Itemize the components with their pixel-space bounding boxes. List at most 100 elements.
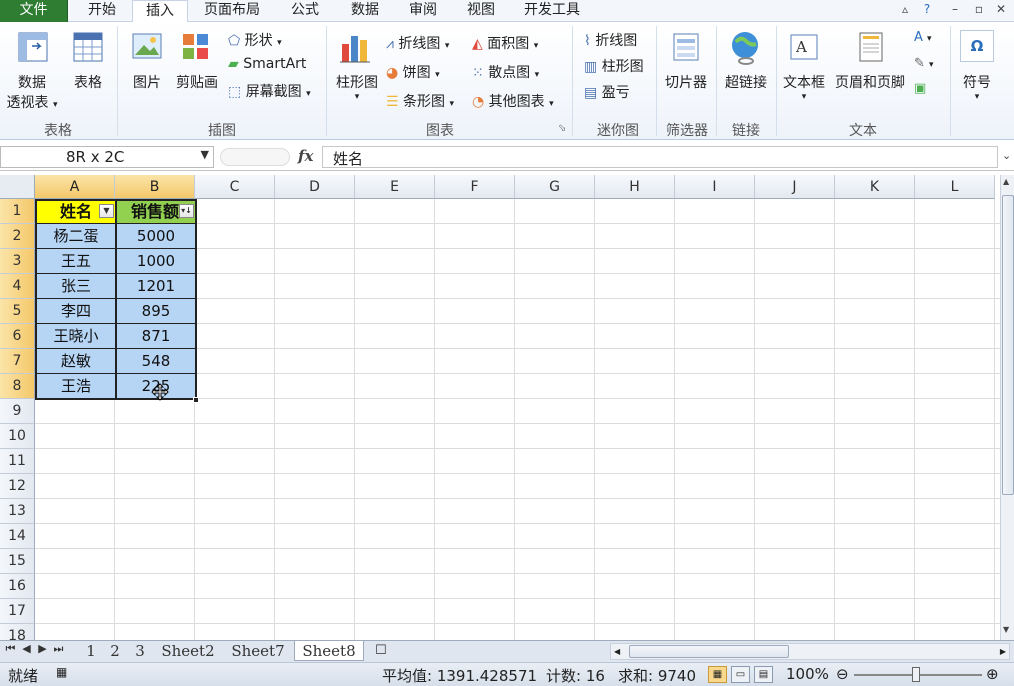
- sales-cell[interactable]: 5000: [116, 224, 196, 249]
- minimize-ribbon-icon[interactable]: ▵: [896, 2, 914, 16]
- horizontal-scroll-thumb[interactable]: [629, 645, 789, 658]
- worksheet-grid[interactable]: ABCDEFGHIJKL 1 2 3 4 5 6 7 8 9 10 11 12 13 14 15 16 17 18…: [0, 175, 1000, 640]
- next-sheet-icon[interactable]: ▶: [36, 642, 49, 655]
- row-header[interactable]: 18: [0, 624, 35, 640]
- column-header[interactable]: J: [755, 175, 835, 199]
- tab-formulas[interactable]: 公式: [278, 0, 332, 22]
- prev-sheet-icon[interactable]: ◀: [20, 642, 33, 655]
- omega-symbol-icon[interactable]: Ω: [960, 30, 994, 62]
- sheet-tab[interactable]: Sheet2: [154, 641, 222, 661]
- tab-file[interactable]: 文件: [0, 0, 68, 22]
- line-chart-button[interactable]: ⩘ 折线图 ▾: [386, 33, 449, 53]
- row-header[interactable]: 15: [0, 549, 35, 574]
- tab-review[interactable]: 审阅: [396, 0, 450, 22]
- scroll-down-icon[interactable]: ▼: [1003, 625, 1009, 634]
- column-header[interactable]: G: [515, 175, 595, 199]
- row-header[interactable]: 9: [0, 399, 35, 424]
- slicer-button[interactable]: 切片器: [662, 72, 710, 92]
- sheet-tab[interactable]: Sheet7: [224, 641, 292, 661]
- signature-line-button[interactable]: ✎ ▾: [914, 56, 934, 71]
- pie-chart-button[interactable]: ◕ 饼图 ▾: [386, 62, 440, 82]
- insert-sheet-icon[interactable]: ☐: [368, 641, 394, 661]
- last-sheet-icon[interactable]: ⏭: [52, 642, 65, 656]
- name-cell[interactable]: 赵敏: [36, 349, 116, 374]
- macro-record-icon[interactable]: ▦: [56, 665, 67, 679]
- area-chart-button[interactable]: ◭ 面积图 ▾: [472, 33, 538, 53]
- row-header[interactable]: 16: [0, 574, 35, 599]
- filter-sorted-icon[interactable]: ▾↓: [179, 204, 194, 218]
- wordart-button[interactable]: A ▾: [914, 30, 932, 45]
- sales-cell[interactable]: 895: [116, 299, 196, 324]
- row-header[interactable]: 17: [0, 599, 35, 624]
- page-layout-view-icon[interactable]: ▭: [731, 666, 750, 683]
- symbol-button[interactable]: 符号 ▾: [956, 72, 998, 102]
- column-header[interactable]: L: [915, 175, 995, 199]
- tab-data[interactable]: 数据: [338, 0, 392, 22]
- formula-bar-splitter[interactable]: [220, 148, 290, 166]
- sales-cell[interactable]: 1000: [116, 249, 196, 274]
- column-chart-button[interactable]: 柱形图 ▾: [332, 72, 382, 102]
- tab-page-layout[interactable]: 页面布局: [194, 0, 270, 22]
- sales-cell[interactable]: 1201: [116, 274, 196, 299]
- hyperlink-button[interactable]: 超链接: [720, 72, 772, 92]
- help-icon[interactable]: ?: [918, 2, 936, 16]
- name-box[interactable]: 8R x 2C ▼: [0, 146, 214, 168]
- row-header[interactable]: 13: [0, 499, 35, 524]
- column-header[interactable]: K: [835, 175, 915, 199]
- name-cell[interactable]: 李四: [36, 299, 116, 324]
- sales-cell[interactable]: 548: [116, 349, 196, 374]
- row-header[interactable]: 14: [0, 524, 35, 549]
- minimize-icon[interactable]: –: [946, 2, 964, 16]
- vertical-scrollbar[interactable]: ▲ ▼: [1000, 175, 1014, 640]
- column-header[interactable]: D: [275, 175, 355, 199]
- close-icon[interactable]: ✕: [992, 2, 1010, 16]
- restore-icon[interactable]: ▫: [970, 2, 988, 16]
- scroll-up-icon[interactable]: ▲: [1003, 177, 1009, 186]
- column-header[interactable]: A: [35, 175, 115, 199]
- horizontal-scrollbar[interactable]: ◀ ▶: [610, 643, 1010, 660]
- vertical-scroll-thumb[interactable]: [1002, 195, 1014, 495]
- header-cell-sales[interactable]: 销售额 ▾↓: [116, 199, 196, 224]
- name-cell[interactable]: 王五: [36, 249, 116, 274]
- column-header[interactable]: B: [115, 175, 195, 199]
- name-cell[interactable]: 王浩: [36, 374, 116, 399]
- column-header[interactable]: E: [355, 175, 435, 199]
- bar-chart-button[interactable]: ☰ 条形图 ▾: [386, 91, 454, 111]
- insert-object-button[interactable]: ▣: [914, 81, 926, 96]
- name-cell[interactable]: 王晓小: [36, 324, 116, 349]
- sheet-tab-active[interactable]: Sheet8: [294, 641, 364, 661]
- row-header[interactable]: 6: [0, 324, 35, 349]
- column-header[interactable]: H: [595, 175, 675, 199]
- header-footer-button[interactable]: 页眉和页脚: [830, 72, 910, 92]
- tab-view[interactable]: 视图: [454, 0, 508, 22]
- column-header[interactable]: I: [675, 175, 755, 199]
- clipart-button[interactable]: 剪贴画: [172, 72, 222, 92]
- scatter-chart-button[interactable]: ⁙ 散点图 ▾: [472, 62, 539, 82]
- row-header[interactable]: 5: [0, 299, 35, 324]
- name-cell[interactable]: 杨二蛋: [36, 224, 116, 249]
- tab-home[interactable]: 开始: [74, 0, 130, 22]
- select-all-button[interactable]: [0, 175, 35, 199]
- expand-formula-bar-icon[interactable]: ⌄: [1002, 149, 1011, 162]
- row-header[interactable]: 12: [0, 474, 35, 499]
- first-sheet-icon[interactable]: ⏮: [4, 642, 17, 656]
- table-button[interactable]: 表格: [66, 72, 110, 92]
- name-cell[interactable]: 张三: [36, 274, 116, 299]
- row-header[interactable]: 10: [0, 424, 35, 449]
- zoom-level[interactable]: 100%: [786, 665, 829, 683]
- row-header[interactable]: 2: [0, 224, 35, 249]
- row-header[interactable]: 7: [0, 349, 35, 374]
- shapes-button[interactable]: ⬠ 形状 ▾: [228, 30, 282, 50]
- column-header[interactable]: C: [195, 175, 275, 199]
- insert-function-icon[interactable]: fx: [298, 147, 313, 165]
- scroll-left-icon[interactable]: ◀: [614, 644, 620, 659]
- zoom-in-icon[interactable]: ⊕: [986, 665, 999, 683]
- sparkline-line-button[interactable]: ⌇ 折线图: [584, 30, 637, 50]
- row-header[interactable]: 11: [0, 449, 35, 474]
- header-cell-name[interactable]: 姓名 ▼: [36, 199, 116, 224]
- textbox-button[interactable]: 文本框 ▾: [778, 72, 830, 102]
- fill-handle[interactable]: [193, 397, 199, 403]
- formula-input[interactable]: 姓名: [322, 146, 998, 168]
- column-header[interactable]: F: [435, 175, 515, 199]
- row-header[interactable]: 4: [0, 274, 35, 299]
